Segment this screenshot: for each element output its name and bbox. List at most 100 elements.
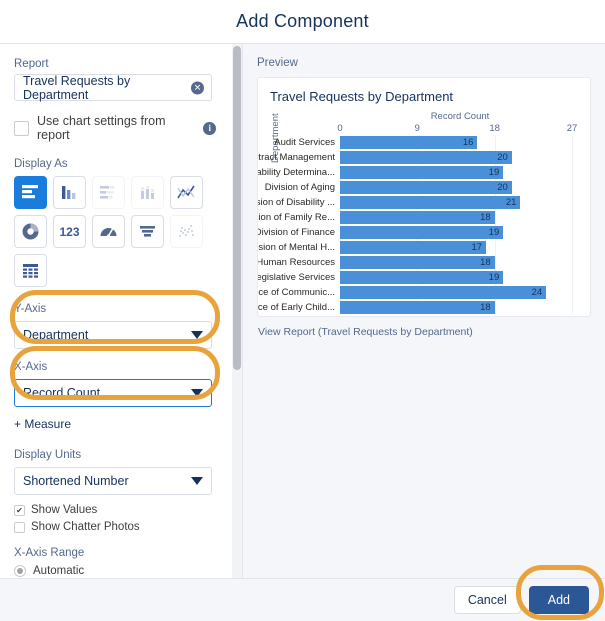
chart-bar-value: 18 — [480, 212, 491, 223]
chart-bar-row[interactable]: Legislative Services 19 — [258, 271, 572, 284]
chevron-down-icon[interactable] — [191, 331, 203, 339]
chart-bar[interactable]: 21 — [340, 196, 521, 209]
scatter-chart-icon — [170, 215, 203, 248]
chart-xaxis-title: Record Count — [430, 111, 490, 122]
chart-bar-row[interactable]: Office of Early Child... 18 — [258, 301, 572, 314]
dialog-title: Add Component — [236, 11, 369, 31]
funnel-chart-icon[interactable] — [131, 215, 164, 248]
dialog-footer: Cancel Add — [0, 578, 605, 621]
chart-bar[interactable]: 20 — [340, 151, 512, 164]
show-values-checkbox[interactable]: ✔ — [14, 504, 25, 516]
x-axis-range-automatic-label: Automatic — [33, 565, 85, 577]
x-axis-range-label: X-Axis Range — [14, 547, 85, 559]
x-axis-value: Record Count — [23, 386, 101, 400]
chart-category-label: Audit Services — [274, 137, 335, 148]
report-input[interactable]: Travel Requests by Department ✕ — [14, 74, 212, 102]
y-axis-select-wrap: Department — [14, 321, 212, 349]
vertical-bar-chart-icon[interactable] — [53, 176, 86, 209]
chart-category-label: Office of Communic... — [257, 287, 335, 298]
chart-xaxis-ticks: 0 9 18 27 — [337, 123, 577, 136]
chart-bar-row[interactable]: Division of Aging 20 — [265, 181, 572, 194]
chart-bar-row[interactable]: Audit Services 16 — [274, 136, 572, 149]
chart-category-label: Office of Early Child... — [257, 302, 335, 313]
chart-bar[interactable]: 17 — [340, 241, 487, 254]
horizontal-bar-chart-icon[interactable] — [14, 176, 47, 209]
x-axis-select[interactable]: Record Count — [14, 379, 212, 407]
chart-bar-row[interactable]: Division of Mental H... 17 — [258, 241, 572, 254]
chevron-down-icon[interactable] — [191, 389, 203, 397]
display-as-label: Display As — [14, 158, 68, 170]
chart-bar-row[interactable]: Contract Management 20 — [258, 151, 572, 164]
chart-bar-value: 18 — [480, 257, 491, 268]
chart-bar-row[interactable]: Division of Finance 19 — [258, 226, 572, 239]
gauge-chart-icon[interactable] — [92, 215, 125, 248]
chart-bar[interactable]: 19 — [340, 166, 504, 179]
chart-xtick: 9 — [414, 123, 420, 134]
use-chart-settings-checkbox[interactable] — [14, 120, 29, 136]
chart-xtick: 0 — [337, 123, 343, 134]
display-units-select-wrap: Shortened Number — [14, 467, 212, 495]
display-units-select[interactable]: Shortened Number — [14, 467, 212, 495]
show-values-row[interactable]: ✔ Show Values — [14, 504, 216, 516]
clear-circle-icon[interactable]: ✕ — [191, 81, 204, 94]
display-as-grid: 123 — [14, 176, 214, 287]
chart-category-label: Division of Mental H... — [258, 242, 335, 253]
donut-chart-icon[interactable] — [14, 215, 47, 248]
cancel-button[interactable]: Cancel — [453, 586, 521, 614]
chart-bar[interactable]: 18 — [340, 256, 495, 269]
view-report-link[interactable]: View Report (Travel Requests by Departme… — [258, 326, 591, 338]
chart-category-label: Legislative Services — [257, 272, 335, 283]
chart-bar-value: 17 — [471, 242, 483, 253]
y-axis-select[interactable]: Department — [14, 321, 212, 349]
chart-bar[interactable]: 19 — [340, 271, 504, 284]
y-axis-value: Department — [23, 328, 89, 342]
y-axis-label: Y-Axis — [14, 303, 47, 315]
dialog-body: Report Travel Requests by Department ✕ U… — [0, 44, 605, 578]
chart-bar[interactable]: 16 — [340, 136, 478, 149]
show-chatter-photos-row[interactable]: Show Chatter Photos — [14, 521, 216, 533]
use-chart-settings-row[interactable]: Use chart settings from report i — [14, 114, 216, 142]
chart-bar-row[interactable]: Office of Communic... 24 — [258, 286, 572, 299]
info-icon[interactable]: i — [203, 121, 216, 135]
dialog-header: Add Component — [0, 0, 605, 44]
chart-bar-row[interactable]: Division of Family Re... 18 — [258, 211, 572, 224]
chart-category-label: Contract Management — [258, 152, 335, 163]
use-chart-settings-label: Use chart settings from report — [37, 114, 166, 142]
add-measure-link[interactable]: + Measure — [14, 417, 216, 431]
x-axis-range-automatic-row[interactable]: Automatic — [14, 565, 216, 577]
chart-bar-row[interactable]: Division of Disability ... 21 — [258, 196, 572, 209]
add-component-dialog: Add Component Report Travel Requests by … — [0, 0, 605, 621]
chart-bar-value: 21 — [505, 197, 517, 208]
chart-bar-value: 18 — [480, 302, 491, 313]
table-chart-icon[interactable] — [14, 254, 47, 287]
chart-bar[interactable]: 18 — [340, 211, 495, 224]
chart-bar-value: 16 — [462, 137, 474, 148]
chart-bar[interactable]: 24 — [340, 286, 547, 299]
chart-bar-row[interactable]: Disability Determina... 19 — [258, 166, 572, 179]
stacked-vertical-bar-chart-icon — [131, 176, 164, 209]
chart-gridline — [572, 136, 573, 314]
metric-123-icon[interactable]: 123 — [53, 215, 86, 248]
chart-bar-value: 19 — [488, 272, 500, 283]
x-axis-range-automatic-radio[interactable] — [14, 565, 26, 577]
settings-scrollbar-thumb[interactable] — [233, 46, 241, 370]
chevron-down-icon[interactable] — [191, 477, 203, 485]
chart-bar-value: 19 — [488, 227, 500, 238]
settings-panel: Report Travel Requests by Department ✕ U… — [0, 44, 232, 578]
add-button[interactable]: Add — [528, 586, 589, 614]
x-axis-label: X-Axis — [14, 361, 48, 373]
chart-bar[interactable]: 19 — [340, 226, 504, 239]
line-chart-icon[interactable] — [170, 176, 203, 209]
chart-title: Travel Requests by Department — [270, 89, 454, 104]
display-units-value: Shortened Number — [23, 474, 129, 488]
show-chatter-photos-checkbox[interactable] — [14, 521, 25, 533]
preview-panel: Preview Travel Requests by Department Re… — [243, 44, 605, 578]
chart-bar[interactable]: 20 — [340, 181, 512, 194]
chart-xtick: 18 — [489, 123, 500, 134]
chart-bar[interactable]: 18 — [340, 301, 495, 314]
chart-bar-value: 20 — [497, 182, 508, 193]
chart-bar-row[interactable]: Human Resources 18 — [258, 256, 572, 269]
chart-category-label: Division of Finance — [257, 227, 335, 238]
stacked-horizontal-bar-chart-icon — [92, 176, 125, 209]
chart-category-label: Human Resources — [257, 257, 335, 268]
